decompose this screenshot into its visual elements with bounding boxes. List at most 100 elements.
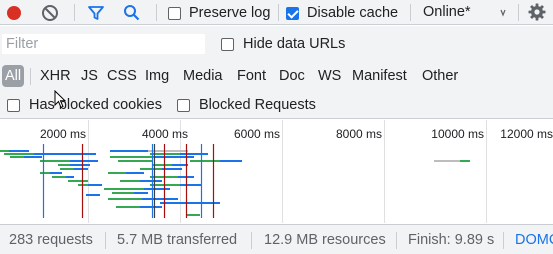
type-filter-xhr[interactable]: XHR [38,65,73,87]
toolbar-divider [278,4,279,21]
type-filter-bar: All XHR JS CSS Img Media Font Doc WS Man… [0,62,553,90]
toolbar-divider [156,4,157,21]
timeline-bar [40,160,70,162]
hide-data-urls-label: Hide data URLs [243,36,346,52]
timeline-bar [140,168,162,170]
type-filter-js[interactable]: JS [79,65,100,87]
type-filter-img[interactable]: Img [143,65,171,87]
timeline-bar [58,164,70,166]
network-overview-timeline[interactable]: 2000 ms 4000 ms 6000 ms 8000 ms 10000 ms… [0,120,553,223]
timeline-bar [9,150,29,152]
chevron-down-icon [500,6,506,25]
timeline-tick-label: 12000 ms [500,127,553,141]
timeline-bar [86,194,100,196]
type-filter-font[interactable]: Font [235,65,268,87]
disable-cache-box[interactable] [286,6,299,20]
filter-icon[interactable] [86,3,106,23]
timeline-bar [4,153,34,155]
hide-data-urls-box[interactable] [221,37,234,51]
clear-icon[interactable] [40,3,60,23]
timeline-bar [70,160,98,162]
timeline-canvas: 2000 ms 4000 ms 6000 ms 8000 ms 10000 ms… [0,120,553,223]
transferred-size: 5.7 MB transferred [117,232,238,248]
has-blocked-cookies-label: Has blocked cookies [29,97,162,113]
disable-cache-checkbox[interactable]: Disable cache [286,5,398,21]
timeline-bar [180,153,208,155]
timeline-bar [126,172,144,174]
timeline-bar [104,188,144,190]
timeline-bar [140,180,162,182]
timeline-bar [88,184,102,186]
resources-size: 12.9 MB resources [264,232,386,248]
blocked-requests-box[interactable] [177,98,190,112]
timeline-bar [144,188,170,190]
mouse-cursor-icon [54,89,68,115]
timeline-bar [154,156,194,158]
timeline-bar [74,168,88,170]
filter-bar: Hide data URLs [0,26,553,62]
timeline-bar [220,160,242,162]
finish-time: Finish: 9.89 s [408,232,495,248]
timeline-bar [142,198,178,200]
timeline-tick-label: 6000 ms [234,127,280,141]
timeline-bar [108,198,142,200]
timeline-bar [50,172,62,174]
timeline-bar [108,172,126,174]
preserve-log-label: Preserve log [189,5,271,21]
timeline-bar [140,206,162,208]
timeline-bar [64,153,96,155]
timeline-request-bars [0,150,470,216]
network-toolbar: Preserve log Disable cache Online* [0,0,553,25]
timeline-bar [180,184,202,186]
status-divider [251,232,252,249]
timeline-bar [68,180,88,182]
status-divider [503,232,504,249]
type-filter-media[interactable]: Media [181,65,225,87]
timeline-bar [0,150,9,152]
timeline-bar [116,206,140,208]
timeline-bar [186,214,200,216]
type-filter-other[interactable]: Other [420,65,460,87]
type-filter-all[interactable]: All [2,65,25,87]
timeline-bar [34,153,64,155]
throttling-select[interactable]: Online* [418,4,510,20]
timeline-bar [434,160,460,162]
filter-input[interactable] [2,34,205,54]
has-blocked-cookies-box[interactable] [7,98,20,112]
toolbar-divider [74,4,75,21]
type-filter-ws[interactable]: WS [316,65,343,87]
record-icon[interactable] [4,3,24,23]
timeline-bar [52,176,66,178]
preserve-log-box[interactable] [168,6,181,20]
type-filter-divider [30,68,31,85]
throttling-value: Online* [423,4,471,20]
timeline-bar [112,192,134,194]
type-filter-css[interactable]: CSS [105,65,139,87]
timeline-tick-label: 10000 ms [431,127,484,141]
has-blocked-cookies-checkbox[interactable]: Has blocked cookies [7,97,162,113]
toolbar-divider [518,4,519,21]
timeline-bar [10,156,24,158]
blocked-requests-label: Blocked Requests [199,97,316,113]
timeline-bar [40,172,50,174]
timeline-bar [172,164,188,166]
timeline-tick-label: 4000 ms [142,127,188,141]
hide-data-urls-checkbox[interactable]: Hide data URLs [221,36,345,52]
timeline-bar [120,180,140,182]
blocked-filter-bar: Has blocked cookies Blocked Requests [0,89,553,119]
blocked-requests-checkbox[interactable]: Blocked Requests [177,97,316,113]
timeline-bar [134,192,148,194]
timeline-bar [110,156,154,158]
type-filter-doc[interactable]: Doc [277,65,307,87]
disable-cache-label: Disable cache [307,5,399,21]
request-count: 283 requests [9,232,93,248]
toolbar-divider [410,4,411,21]
search-icon[interactable] [122,3,142,23]
type-filter-manifest[interactable]: Manifest [350,65,409,87]
timeline-bar [160,202,220,204]
timeline-bar [60,168,74,170]
gear-icon[interactable] [527,2,547,22]
timeline-bar [70,164,90,166]
preserve-log-checkbox[interactable]: Preserve log [168,5,270,21]
status-divider [396,232,397,249]
